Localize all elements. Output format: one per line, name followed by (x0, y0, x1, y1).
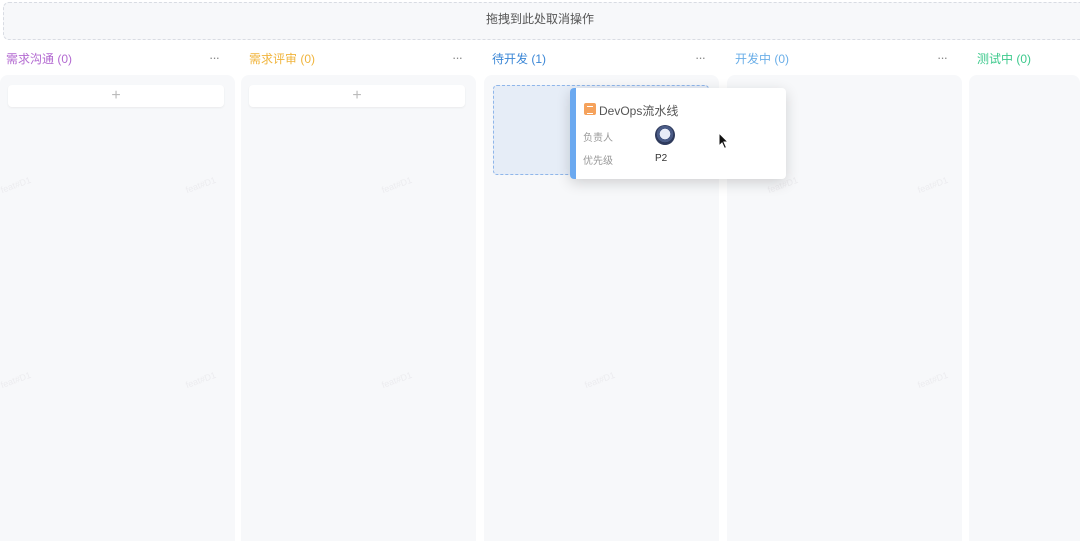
watermark: feat#D1 (916, 369, 950, 391)
watermark: feat#D1 (184, 174, 218, 196)
column-title: 开发中 (0) (735, 52, 790, 66)
assignee-label: 负责人 (583, 133, 613, 144)
column-title: 需求评审 (0) (249, 52, 316, 66)
column-body-requirement-review[interactable]: + feat#D1 feat#D1 (241, 75, 476, 541)
column-title: 测试中 (0) (977, 52, 1032, 66)
column-body-requirement-communication[interactable]: + feat#D1 feat#D1 feat#D1 feat#D1 (0, 75, 235, 541)
column-more-button[interactable]: ··· (937, 48, 948, 70)
watermark: feat#D1 (916, 174, 950, 196)
column-header-requirement-review: 需求评审 (0) (249, 48, 315, 70)
watermark: feat#D1 (184, 369, 218, 391)
column-header-requirement-communication: 需求沟通 (0) (6, 48, 72, 70)
column-more-button[interactable]: ··· (695, 48, 706, 70)
card-status-bar (570, 88, 576, 179)
column-body-testing[interactable] (969, 75, 1080, 541)
watermark: feat#D1 (0, 369, 33, 391)
card-title[interactable]: DevOps流水线 (599, 102, 678, 119)
add-card-button[interactable]: + (8, 85, 224, 107)
watermark: feat#D1 (0, 174, 33, 196)
column-title: 需求沟通 (0) (6, 52, 73, 66)
requirement-icon (584, 103, 596, 115)
column-more-button[interactable]: ··· (452, 48, 463, 70)
column-title: 待开发 (1) (492, 52, 547, 66)
priority-value[interactable]: P2 (655, 153, 667, 164)
avatar[interactable] (655, 125, 675, 145)
column-header-in-development: 开发中 (0) (735, 48, 789, 70)
add-card-button[interactable]: + (249, 85, 465, 107)
mouse-cursor-icon (718, 132, 730, 150)
dragged-card[interactable]: DevOps流水线 负责人 优先级 P2 (570, 88, 786, 179)
column-header-to-develop: 待开发 (1) (492, 48, 546, 70)
watermark: feat#D1 (583, 369, 617, 391)
watermark: feat#D1 (380, 369, 414, 391)
column-header-testing: 测试中 (0) (977, 48, 1031, 70)
column-more-button[interactable]: ··· (209, 48, 220, 70)
watermark: feat#D1 (380, 174, 414, 196)
priority-label: 优先级 (583, 156, 613, 167)
cancel-drop-zone-text: 拖拽到此处取消操作 (485, 12, 594, 26)
